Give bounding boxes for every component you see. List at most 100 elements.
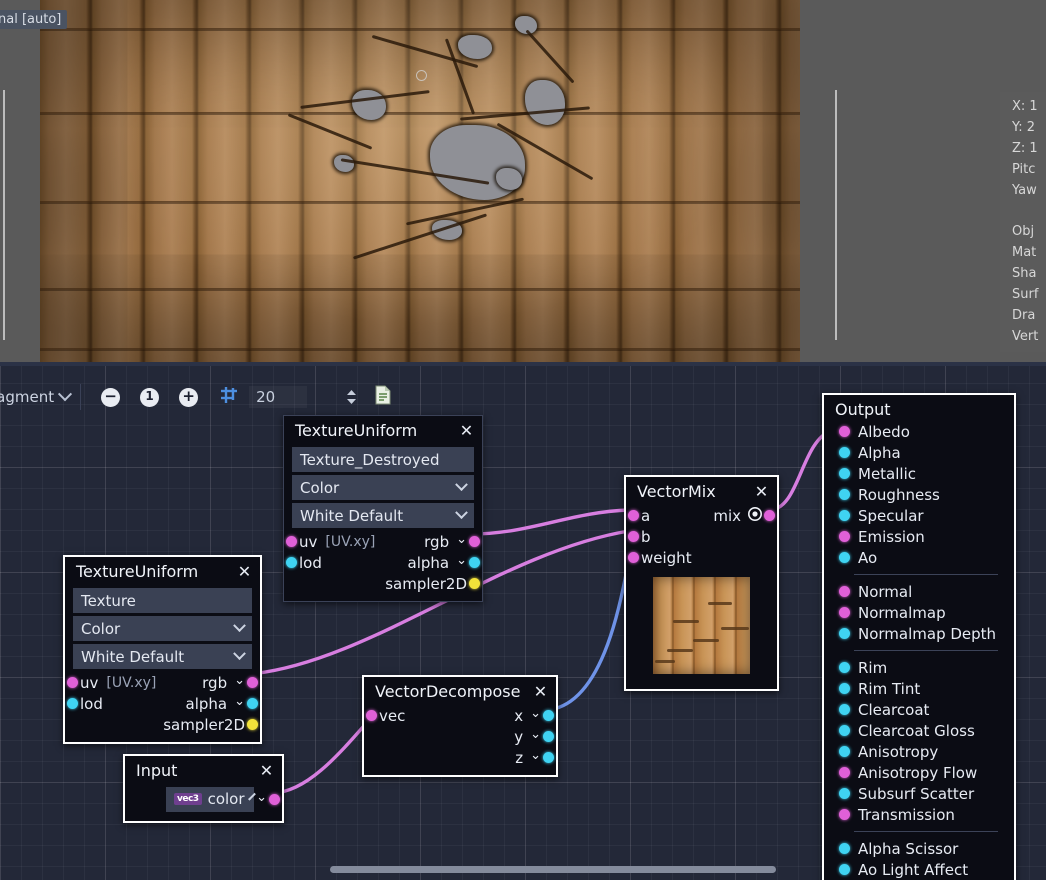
port-out-sampler2d[interactable]: [469, 578, 480, 589]
port-out-y[interactable]: [543, 731, 554, 742]
node-vector-decompose[interactable]: VectorDecompose ✕ vec x ⌄: [362, 675, 558, 777]
node-header[interactable]: VectorDecompose ✕: [364, 677, 556, 705]
port-out-sampler2d[interactable]: [247, 719, 258, 730]
texture-name-input[interactable]: Texture: [73, 588, 252, 613]
port-dot[interactable]: [839, 426, 850, 437]
port-out-rgb[interactable]: [247, 677, 258, 688]
texture-name-input[interactable]: Texture_Destroyed: [292, 447, 474, 472]
output-port-rim[interactable]: Rim: [832, 657, 1006, 678]
output-port-ao-light-affect[interactable]: Ao Light Affect: [832, 859, 1006, 880]
node-vector-mix[interactable]: VectorMix ✕ a mix: [624, 475, 779, 691]
port-dot[interactable]: [839, 662, 850, 673]
grid-snap-icon[interactable]: [218, 384, 240, 410]
node-output[interactable]: Output Albedo Alpha Metallic: [822, 393, 1016, 880]
port-in-a[interactable]: [628, 510, 639, 521]
shader-type-dropdown[interactable]: ragment: [0, 388, 70, 406]
curve-icon[interactable]: ⌄: [530, 727, 541, 742]
node-header[interactable]: Output: [824, 395, 1014, 421]
view-mode-label[interactable]: nal [auto]: [0, 10, 67, 29]
shader-graph-editor[interactable]: ragment − 1 + 20: [0, 362, 1046, 880]
port-in-uv[interactable]: [286, 536, 297, 547]
output-port-rim-tint[interactable]: Rim Tint: [832, 678, 1006, 699]
close-icon[interactable]: ✕: [459, 424, 474, 438]
port-out-mix[interactable]: [764, 510, 775, 521]
curve-icon[interactable]: ⌄: [234, 694, 245, 709]
port-dot[interactable]: [839, 586, 850, 597]
output-port-metallic[interactable]: Metallic: [832, 463, 1006, 484]
texture-default-dropdown[interactable]: White Default: [292, 503, 474, 528]
close-icon[interactable]: ✕: [259, 764, 274, 778]
port-dot[interactable]: [839, 489, 850, 500]
output-port-alpha[interactable]: Alpha: [832, 442, 1006, 463]
port-dot[interactable]: [839, 746, 850, 757]
curve-icon[interactable]: ⌄: [530, 748, 541, 763]
port-dot[interactable]: [839, 510, 850, 521]
close-icon[interactable]: ✕: [533, 685, 548, 699]
port-dot[interactable]: [839, 864, 850, 875]
port-dot[interactable]: [839, 468, 850, 479]
grid-step-stepper[interactable]: [345, 387, 358, 407]
output-port-anisotropy-flow[interactable]: Anisotropy Flow: [832, 762, 1006, 783]
port-out-rgb[interactable]: [469, 536, 480, 547]
output-port-subsurf-scatter[interactable]: Subsurf Scatter: [832, 783, 1006, 804]
output-port-clearcoat-gloss[interactable]: Clearcoat Gloss: [832, 720, 1006, 741]
port-dot[interactable]: [839, 809, 850, 820]
output-port-clearcoat[interactable]: Clearcoat: [832, 699, 1006, 720]
input-source-dropdown[interactable]: vec3 color: [166, 787, 254, 812]
node-header[interactable]: VectorMix ✕: [626, 477, 777, 505]
output-port-normal[interactable]: Normal: [832, 581, 1006, 602]
zoom-in-button[interactable]: +: [179, 388, 198, 407]
output-port-emission[interactable]: Emission: [832, 526, 1006, 547]
curve-icon[interactable]: ⌄: [256, 790, 267, 805]
port-dot[interactable]: [839, 447, 850, 458]
curve-icon[interactable]: ⌄: [456, 532, 467, 547]
port-dot[interactable]: [839, 683, 850, 694]
port-in-uv[interactable]: [67, 677, 78, 688]
port-dot[interactable]: [839, 788, 850, 799]
curve-icon[interactable]: ⌄: [234, 673, 245, 688]
node-texture-uniform-destroyed[interactable]: TextureUniform ✕ Texture_Destroyed Color…: [283, 415, 483, 602]
node-texture-uniform-base[interactable]: TextureUniform ✕ Texture Color White Def…: [63, 555, 262, 744]
port-dot[interactable]: [839, 843, 850, 854]
curve-icon[interactable]: ⌄: [456, 553, 467, 568]
node-header[interactable]: TextureUniform ✕: [65, 557, 260, 585]
port-out-z[interactable]: [543, 752, 554, 763]
port-out-alpha[interactable]: [247, 698, 258, 709]
port-out-alpha[interactable]: [469, 557, 480, 568]
node-header[interactable]: Input ✕: [125, 756, 282, 784]
zoom-reset-button[interactable]: 1: [140, 388, 159, 407]
3d-viewport[interactable]: nal [auto]: [0, 0, 1046, 362]
port-in-vec[interactable]: [366, 710, 377, 721]
close-icon[interactable]: ✕: [754, 485, 769, 499]
port-in-lod[interactable]: [286, 557, 297, 568]
port-out-x[interactable]: [543, 710, 554, 721]
output-port-transmission[interactable]: Transmission: [832, 804, 1006, 825]
curve-icon[interactable]: ⌄: [530, 706, 541, 721]
output-port-alpha-scissor[interactable]: Alpha Scissor: [832, 838, 1006, 859]
script-file-icon[interactable]: [374, 385, 392, 409]
texture-type-dropdown[interactable]: Color: [73, 616, 252, 641]
eye-icon[interactable]: [748, 507, 762, 525]
port-dot[interactable]: [839, 628, 850, 639]
texture-type-dropdown[interactable]: Color: [292, 475, 474, 500]
port-dot[interactable]: [839, 767, 850, 778]
output-port-anisotropy[interactable]: Anisotropy: [832, 741, 1006, 762]
texture-default-dropdown[interactable]: White Default: [73, 644, 252, 669]
close-icon[interactable]: ✕: [237, 565, 252, 579]
output-port-roughness[interactable]: Roughness: [832, 484, 1006, 505]
port-dot[interactable]: [839, 704, 850, 715]
node-header[interactable]: TextureUniform ✕: [284, 416, 482, 444]
port-dot[interactable]: [839, 725, 850, 736]
port-dot[interactable]: [839, 552, 850, 563]
output-port-normalmap[interactable]: Normalmap: [832, 602, 1006, 623]
port-in-b[interactable]: [628, 531, 639, 542]
output-port-albedo[interactable]: Albedo: [832, 421, 1006, 442]
port-dot[interactable]: [839, 531, 850, 542]
zoom-out-button[interactable]: −: [101, 388, 120, 407]
port-in-lod[interactable]: [67, 698, 78, 709]
port-out-input[interactable]: [269, 794, 280, 805]
output-port-specular[interactable]: Specular: [832, 505, 1006, 526]
output-port-ao[interactable]: Ao: [832, 547, 1006, 568]
grid-step-input[interactable]: 20: [249, 386, 307, 408]
port-dot[interactable]: [839, 607, 850, 618]
